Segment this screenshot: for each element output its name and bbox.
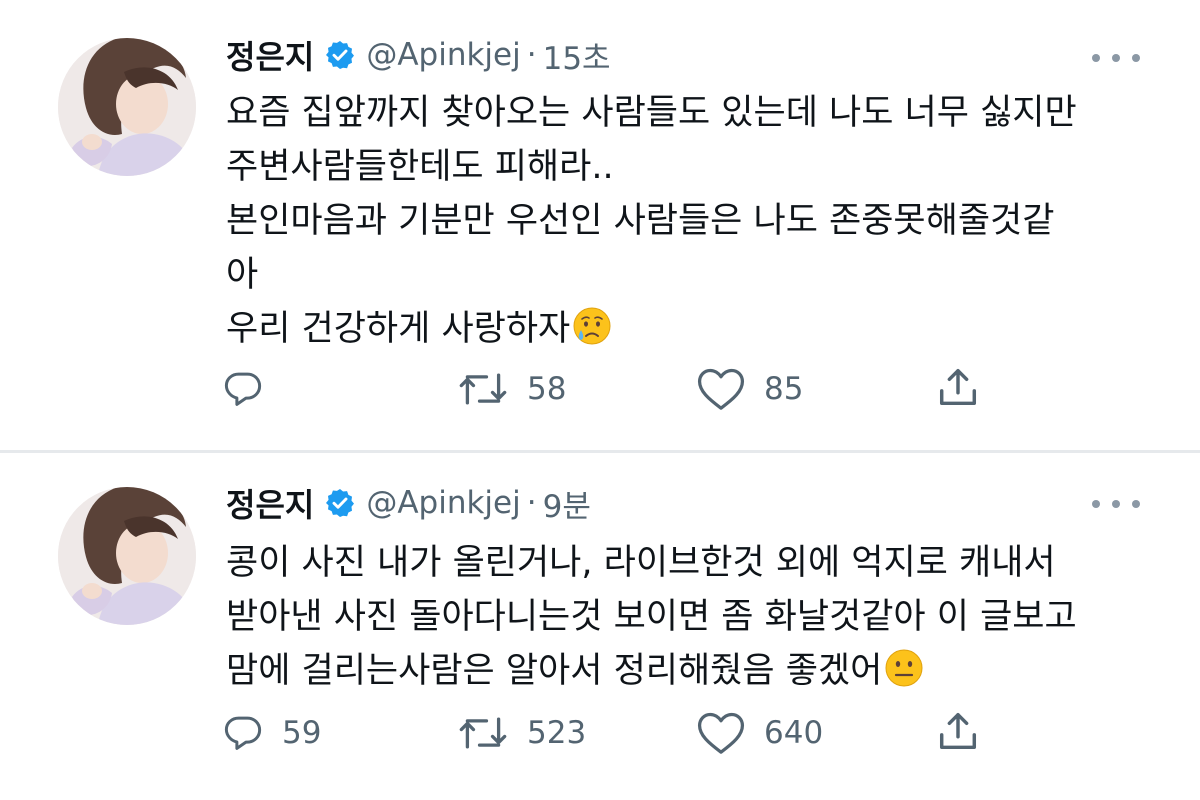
tweet-text-line: 우리 건강하게 사랑하자	[226, 309, 571, 349]
retweet-count: 523	[527, 715, 587, 751]
tweet-header: 정은지 @Apinkjej · 15초	[226, 30, 611, 80]
tweet-text-line-last: 우리 건강하게 사랑하자	[226, 302, 1166, 356]
separator-dot: ·	[526, 37, 537, 73]
verified-badge-icon	[324, 487, 356, 519]
heart-icon	[697, 368, 745, 410]
tweet-text: 콩이 사진 내가 올린거나, 라이브한것 외에 억지로 캐내서 받아낸 사진 돌…	[226, 536, 1166, 698]
tweet-text: 요즘 집앞까지 찾아오는 사람들도 있는데 나도 너무 싫지만 주변사람들한테도…	[226, 86, 1166, 356]
avatar[interactable]	[58, 487, 196, 625]
tweet-text-line: 받아낸 사진 돌아다니는것 보이면 좀 화날것같아 이 글보고	[226, 597, 1077, 637]
timestamp[interactable]: 15초	[543, 33, 611, 78]
share-icon	[939, 712, 977, 750]
like-count: 640	[764, 715, 824, 751]
crying-face-icon	[573, 307, 611, 345]
author-name[interactable]: 정은지	[226, 480, 314, 526]
retweet-count: 58	[527, 371, 567, 407]
reply-icon	[224, 716, 262, 750]
tweet-text-line: 아	[226, 255, 259, 295]
verified-badge-icon	[324, 39, 356, 71]
tweet-text-line: 콩이 사진 내가 올린거나, 라이브한것 외에 억지로 캐내서	[226, 543, 1056, 583]
retweet-icon	[459, 373, 507, 405]
share-button[interactable]	[935, 708, 981, 754]
tweet[interactable]: 정은지 @Apinkjej · 15초 요즘 집앞까지 찾아오는 사람들도 있는…	[0, 0, 1200, 452]
retweet-button[interactable]: 523	[457, 710, 586, 756]
share-button[interactable]	[935, 364, 981, 410]
more-icon[interactable]	[1092, 492, 1140, 516]
reply-count: 59	[282, 715, 322, 751]
separator-dot: ·	[526, 485, 537, 521]
reply-button[interactable]: 59	[222, 710, 321, 756]
reply-icon	[224, 372, 262, 406]
retweet-icon	[459, 717, 507, 749]
heart-icon	[697, 712, 745, 754]
tweet-text-line: 주변사람들한테도 피해라..	[226, 147, 614, 187]
neutral-face-icon	[885, 649, 923, 687]
tweet-divider	[0, 450, 1200, 453]
retweet-button[interactable]: 58	[457, 366, 566, 412]
more-icon[interactable]	[1092, 46, 1140, 70]
tweet-text-line-last: 맘에 걸리는사람은 알아서 정리해줬음 좋겠어	[226, 644, 1166, 698]
tweet-text-line: 맘에 걸리는사람은 알아서 정리해줬음 좋겠어	[226, 651, 883, 691]
like-button[interactable]: 640	[696, 710, 823, 756]
avatar[interactable]	[58, 38, 196, 176]
reply-button[interactable]	[222, 366, 282, 412]
author-name[interactable]: 정은지	[226, 32, 314, 78]
tweet-header: 정은지 @Apinkjej · 9분	[226, 478, 591, 528]
like-count: 85	[764, 371, 804, 407]
tweet-text-line: 본인마음과 기분만 우선인 사람들은 나도 존중못해줄것같	[226, 201, 1055, 241]
share-icon	[939, 368, 977, 406]
like-button[interactable]: 85	[696, 366, 803, 412]
author-handle[interactable]: @Apinkjej	[366, 485, 520, 521]
timestamp[interactable]: 9분	[543, 481, 591, 526]
author-handle[interactable]: @Apinkjej	[366, 37, 520, 73]
tweet-text-line: 요즘 집앞까지 찾아오는 사람들도 있는데 나도 너무 싫지만	[226, 93, 1077, 133]
